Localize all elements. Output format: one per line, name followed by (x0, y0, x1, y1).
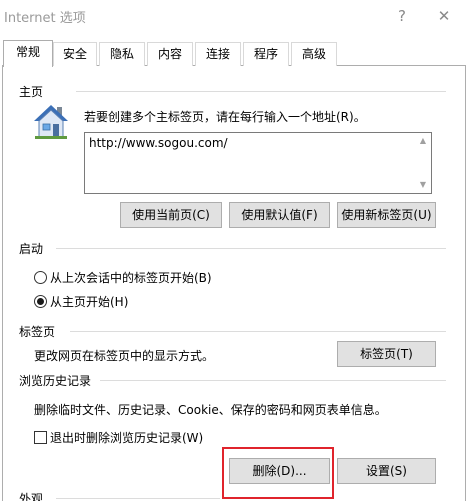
startup-last-session-label: 从上次会话中的标签页开始(B) (50, 271, 212, 285)
window-title: Internet 选项 (4, 11, 86, 26)
homepage-url-value: http://www.sogou.com/ (89, 136, 228, 150)
appearance-header: 外观 (19, 492, 44, 501)
close-icon[interactable]: ✕ (430, 4, 458, 28)
homepage-divider (76, 91, 446, 92)
house-icon (32, 104, 70, 140)
startup-homepage-radio[interactable] (34, 295, 47, 308)
history-header: 浏览历史记录 (19, 374, 92, 388)
title-bar: Internet 选项 ? ✕ (0, 0, 468, 34)
history-description: 删除临时文件、历史记录、Cookie、保存的密码和网页表单信息。 (34, 403, 387, 417)
startup-divider (56, 248, 446, 249)
tab-advanced[interactable]: 高级 (291, 42, 337, 66)
tabs-settings-button[interactable]: 标签页(T) (337, 341, 436, 367)
use-current-button[interactable]: 使用当前页(C) (120, 202, 222, 228)
tab-general[interactable]: 常规 (3, 40, 53, 67)
history-divider (100, 380, 446, 381)
tab-content[interactable]: 内容 (147, 42, 193, 66)
tabs-section-divider (70, 331, 446, 332)
homepage-url-textarea[interactable]: http://www.sogou.com/ ▲ ▼ (84, 132, 432, 194)
delete-on-exit-label: 退出时删除浏览历史记录(W) (50, 431, 204, 445)
tabs-section-description: 更改网页在标签页中的显示方式。 (34, 349, 215, 363)
startup-homepage-label: 从主页开始(H) (50, 295, 129, 309)
startup-header: 启动 (19, 242, 44, 256)
startup-last-session-radio[interactable] (34, 271, 47, 284)
tab-connections[interactable]: 连接 (195, 42, 241, 66)
homepage-header: 主页 (19, 85, 44, 99)
tab-programs[interactable]: 程序 (243, 42, 289, 66)
tabs-section-header: 标签页 (19, 325, 56, 339)
use-new-tab-button[interactable]: 使用新标签页(U) (337, 202, 436, 228)
tab-privacy[interactable]: 隐私 (99, 42, 145, 66)
scroll-up-icon[interactable]: ▲ (417, 135, 429, 147)
tab-strip: 常规 安全 隐私 内容 连接 程序 高级 (0, 40, 468, 67)
use-default-button[interactable]: 使用默认值(F) (229, 202, 330, 228)
help-icon[interactable]: ? (388, 4, 416, 28)
history-settings-button[interactable]: 设置(S) (337, 458, 436, 484)
appearance-divider (56, 498, 220, 499)
scroll-down-icon[interactable]: ▼ (417, 179, 429, 191)
homepage-instruction: 若要创建多个主标签页，请在每行输入一个地址(R)。 (84, 110, 366, 124)
delete-button-highlight (222, 447, 334, 499)
tab-security[interactable]: 安全 (53, 42, 97, 66)
vertical-scrollbar[interactable]: ▲ ▼ (415, 133, 431, 193)
delete-on-exit-checkbox[interactable] (34, 431, 47, 444)
